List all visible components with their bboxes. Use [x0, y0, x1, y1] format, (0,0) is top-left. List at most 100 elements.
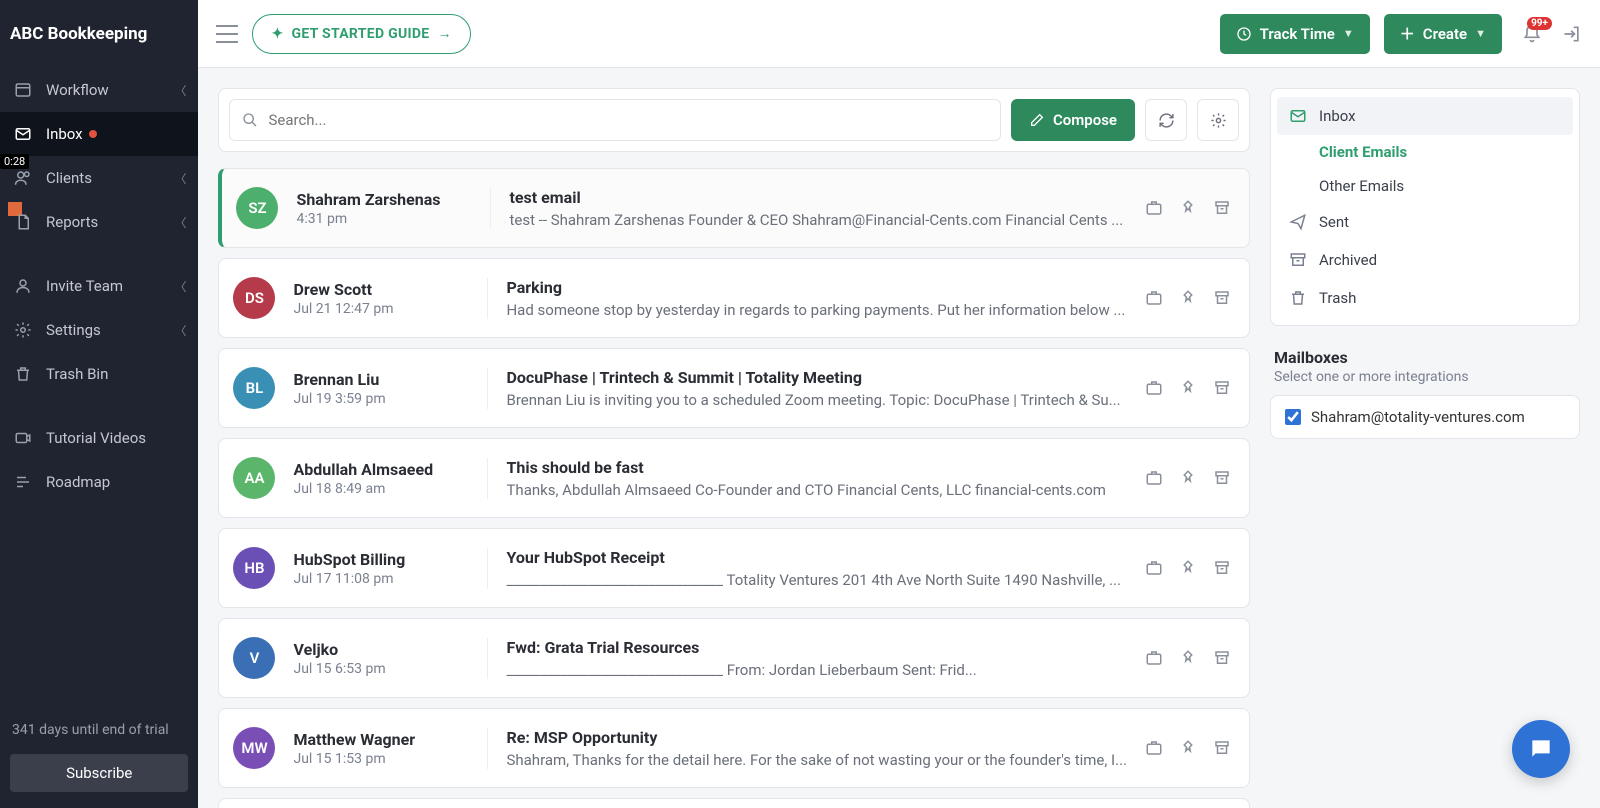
compose-button[interactable]: Compose [1011, 99, 1135, 141]
email-time: 4:31 pm [296, 211, 472, 227]
folder-trash[interactable]: Trash [1271, 279, 1579, 317]
notifications-button[interactable]: 99+ [1516, 23, 1548, 45]
sidebar-item-trash-bin[interactable]: Trash Bin [0, 352, 198, 396]
row-actions [1145, 649, 1231, 667]
pin-icon[interactable] [1179, 649, 1197, 667]
pin-icon[interactable] [1179, 559, 1197, 577]
sender-name: Abdullah Almsaeed [293, 460, 469, 479]
email-subject: DocuPhase | Trintech & Summit | Totality… [506, 368, 1127, 387]
sidebar-item-label: Trash Bin [46, 365, 108, 383]
archive-icon[interactable] [1213, 469, 1231, 487]
email-row[interactable]: HBHubSpot BillingJul 17 11:08 pmYour Hub… [218, 528, 1250, 608]
email-row[interactable]: SZShahram Zarshenas4:31 pmtest emailtest… [218, 168, 1250, 248]
get-started-guide-button[interactable]: ✦ GET STARTED GUIDE → [252, 14, 470, 54]
chevron-down-icon: ▼ [1343, 27, 1354, 40]
settings-button[interactable] [1197, 99, 1239, 141]
sidebar-item-tutorial-videos[interactable]: Tutorial Videos [0, 416, 198, 460]
sidebar-item-label: Reports [46, 213, 98, 231]
mailbox-checkbox[interactable] [1285, 409, 1301, 425]
search-icon [242, 112, 258, 128]
menu-icon[interactable] [216, 25, 238, 43]
sidebar-item-invite-team[interactable]: Invite Team〈 [0, 264, 198, 308]
email-row[interactable]: BLBrennan LiuJul 19 3:59 pmDocuPhase | T… [218, 348, 1250, 428]
email-row[interactable]: AAAbdullah AlmsaeedJul 18 8:49 amThis sh… [218, 438, 1250, 518]
create-label: Create [1423, 25, 1467, 43]
track-time-button[interactable]: Track Time ▼ [1220, 14, 1370, 54]
sender-name: Matthew Wagner [293, 730, 469, 749]
briefcase-icon[interactable] [1145, 649, 1163, 667]
pin-icon[interactable] [1179, 469, 1197, 487]
avatar: AA [233, 457, 275, 499]
briefcase-icon[interactable] [1145, 559, 1163, 577]
topbar: ✦ GET STARTED GUIDE → Track Time ▼ ＋ Cre… [198, 0, 1600, 68]
sidebar-item-label: Tutorial Videos [46, 429, 146, 447]
row-actions [1145, 289, 1231, 307]
folder-archived[interactable]: Archived [1271, 241, 1579, 279]
search-input-wrap[interactable] [229, 99, 1000, 141]
folder-other-emails[interactable]: Other Emails [1271, 169, 1579, 203]
workflow-icon [12, 81, 34, 99]
avatar: SZ [236, 187, 278, 229]
email-preview: Shahram, Thanks for the detail here. For… [506, 751, 1127, 769]
row-actions [1145, 199, 1231, 217]
search-input[interactable] [268, 111, 987, 129]
briefcase-icon[interactable] [1145, 289, 1163, 307]
sidebar-item-clients[interactable]: Clients〈 [0, 156, 198, 200]
trash-icon [1289, 289, 1307, 307]
email-time: Jul 15 1:53 pm [293, 751, 469, 767]
archive-icon [1289, 251, 1307, 269]
sender-name: Brennan Liu [293, 370, 469, 389]
briefcase-icon[interactable] [1145, 199, 1163, 217]
archive-icon[interactable] [1213, 289, 1231, 307]
sidebar-item-roadmap[interactable]: Roadmap [0, 460, 198, 504]
folder-sent[interactable]: Sent [1271, 203, 1579, 241]
trial-text: 341 days until end of trial [0, 706, 198, 754]
trash-bin-icon [12, 365, 34, 383]
pin-icon[interactable] [1179, 289, 1197, 307]
chat-fab[interactable] [1512, 720, 1570, 778]
email-row[interactable]: MKMax KingsleyRe: Totality Ventures Inte… [218, 798, 1250, 808]
create-button[interactable]: ＋ Create ▼ [1384, 14, 1502, 54]
invite-team-icon [12, 277, 34, 295]
chevron-left-icon: 〈 [174, 170, 186, 187]
briefcase-icon[interactable] [1145, 379, 1163, 397]
folder-client-emails[interactable]: Client Emails [1271, 135, 1579, 169]
briefcase-icon[interactable] [1145, 469, 1163, 487]
email-row[interactable]: DSDrew ScottJul 21 12:47 pmParkingHad so… [218, 258, 1250, 338]
briefcase-icon[interactable] [1145, 739, 1163, 757]
folder-label: Trash [1319, 289, 1356, 307]
sidebar-item-inbox[interactable]: Inbox0:28 [0, 112, 198, 156]
sidebar-item-label: Inbox [46, 125, 83, 143]
archive-icon[interactable] [1213, 379, 1231, 397]
chevron-down-icon: ▼ [1475, 27, 1486, 40]
subscribe-button[interactable]: Subscribe [10, 754, 188, 792]
logout-icon[interactable] [1562, 24, 1582, 44]
sidebar-item-settings[interactable]: Settings〈 [0, 308, 198, 352]
archive-icon[interactable] [1213, 649, 1231, 667]
email-row[interactable]: MWMatthew WagnerJul 15 1:53 pmRe: MSP Op… [218, 708, 1250, 788]
email-time: Jul 18 8:49 am [293, 481, 469, 497]
unread-dot [89, 130, 97, 138]
folder-inbox[interactable]: Inbox [1277, 97, 1573, 135]
archive-icon[interactable] [1213, 559, 1231, 577]
email-list: SZShahram Zarshenas4:31 pmtest emailtest… [218, 168, 1250, 808]
sidebar-item-workflow[interactable]: Workflow〈 [0, 68, 198, 112]
folders-panel: Inbox Client Emails Other Emails Sent [1270, 88, 1580, 326]
row-actions [1145, 379, 1231, 397]
mailbox-item[interactable]: Shahram@totality-ventures.com [1270, 395, 1580, 439]
clock-icon [1236, 26, 1252, 42]
inbox-icon [1289, 107, 1307, 125]
email-row[interactable]: VVeljkoJul 15 6:53 pmFwd: Grata Trial Re… [218, 618, 1250, 698]
archive-icon[interactable] [1213, 739, 1231, 757]
chevron-left-icon: 〈 [174, 214, 186, 231]
pin-icon[interactable] [1179, 739, 1197, 757]
archive-icon[interactable] [1213, 199, 1231, 217]
sender-name: Veljko [293, 640, 469, 659]
pin-icon[interactable] [1179, 199, 1197, 217]
settings-icon [12, 321, 34, 339]
refresh-button[interactable] [1145, 99, 1187, 141]
chevron-left-icon: 〈 [174, 82, 186, 99]
pin-icon[interactable] [1179, 379, 1197, 397]
sidebar-item-reports[interactable]: Reports 〈 [0, 200, 198, 244]
email-preview: ________________________________ From: J… [506, 661, 1127, 679]
